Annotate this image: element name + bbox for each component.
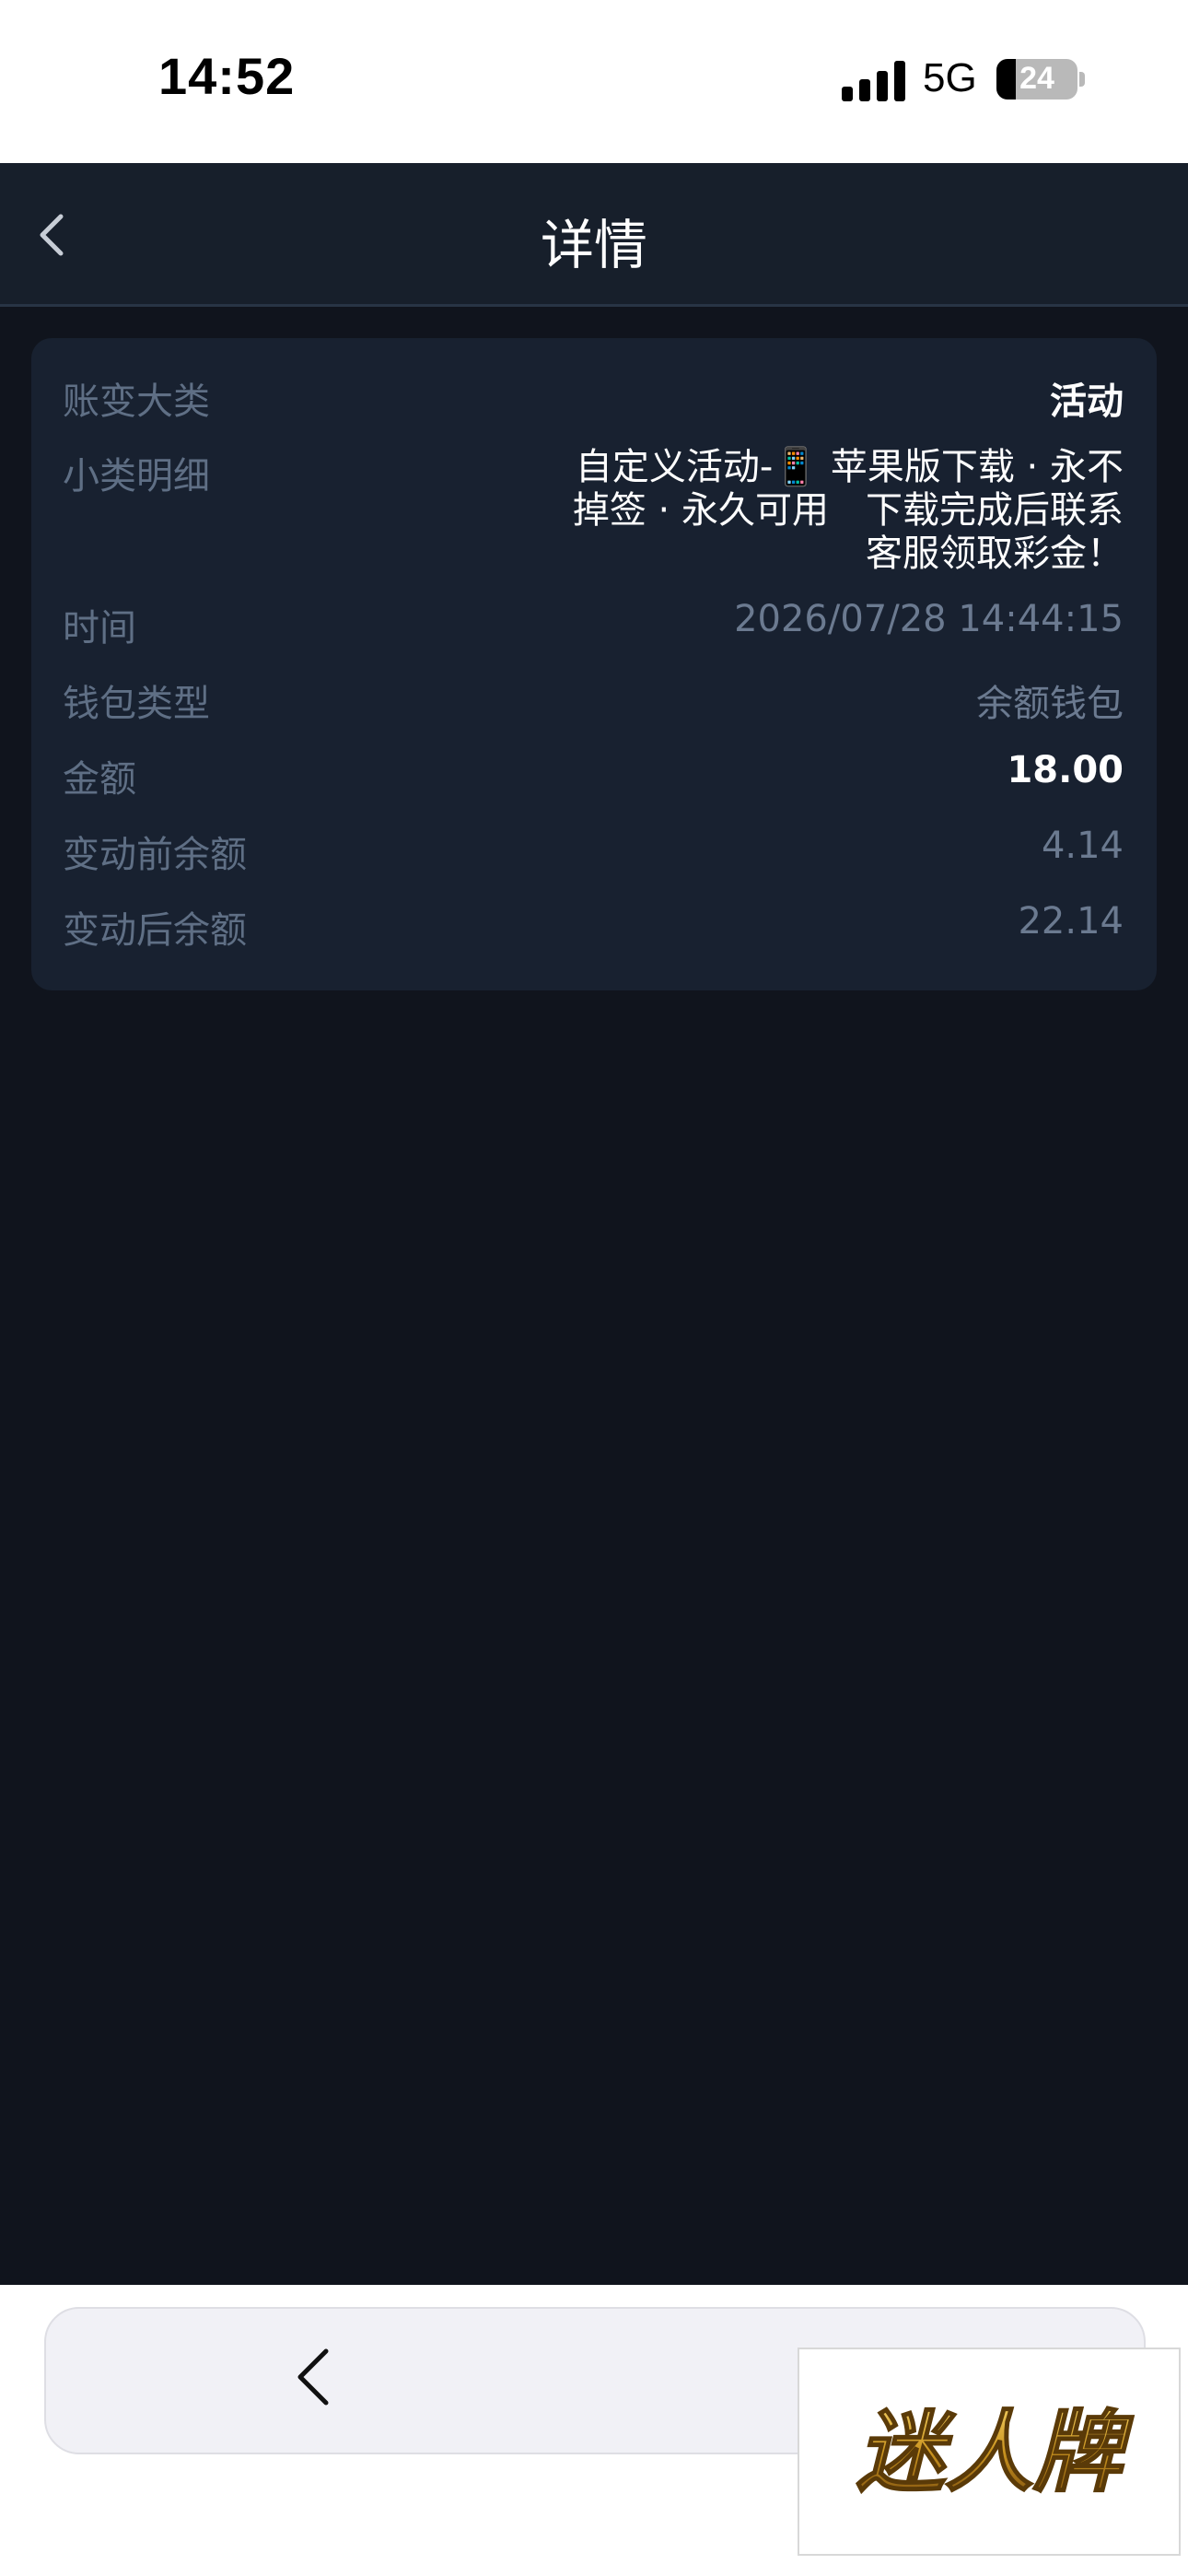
detail-label: 小类明细: [63, 455, 210, 498]
detail-value: 2026/07/28 14:44:15: [734, 598, 1124, 640]
chevron-left-icon: [297, 2348, 329, 2406]
watermark-logo-image: 迷人牌: [856, 2400, 1135, 2505]
detail-value: 自定义活动-📱 苹果版下载 · 永不掉签 · 永久可用 下载完成后联系客服领取彩…: [572, 446, 1124, 575]
network-type: 5G: [923, 55, 977, 100]
watermark-logo: 迷人牌: [798, 2348, 1181, 2556]
battery-tip: [1079, 72, 1085, 87]
battery-icon: 24: [996, 59, 1077, 100]
status-bar: 14:52 5G 24: [0, 0, 1188, 163]
signal-icon: [842, 61, 906, 101]
detail-label: 时间: [63, 607, 136, 650]
detail-value: 4.14: [1041, 825, 1124, 867]
detail-value: 活动: [1050, 381, 1124, 423]
detail-label: 金额: [63, 758, 136, 801]
app-screen: 详情 账变大类 活动 小类明细 自定义活动-📱 苹果版下载 · 永不掉签 · 永…: [0, 163, 1188, 2285]
detail-label: 变动前余额: [63, 834, 247, 876]
detail-value: 22.14: [1018, 900, 1124, 943]
watermark-text: 迷人牌: [856, 2401, 1134, 2504]
browser-bottom-bar: 迷人牌: [0, 2285, 1188, 2576]
detail-card: 账变大类 活动 小类明细 自定义活动-📱 苹果版下载 · 永不掉签 · 永久可用…: [31, 338, 1157, 990]
detail-label: 账变大类: [63, 381, 210, 423]
page-title: 详情: [540, 214, 647, 276]
nav-bar: 详情: [0, 163, 1188, 307]
detail-value: 余额钱包: [976, 683, 1124, 725]
battery-percent: 24: [1019, 61, 1054, 96]
detail-label: 变动后余额: [63, 909, 247, 952]
status-time: 14:52: [158, 47, 296, 105]
browser-back-button[interactable]: [285, 2340, 341, 2414]
detail-label: 钱包类型: [63, 683, 210, 725]
detail-value: 18.00: [1007, 749, 1124, 791]
